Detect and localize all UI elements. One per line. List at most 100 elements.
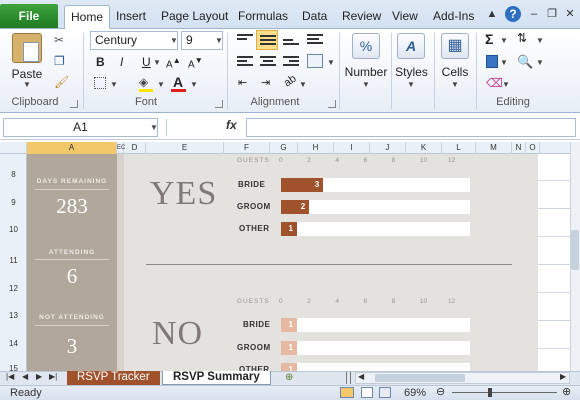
- column-header[interactable]: EC: [117, 142, 125, 154]
- merge-center-icon[interactable]: [307, 54, 323, 68]
- column-header[interactable]: D: [124, 142, 146, 154]
- row-header[interactable]: 11: [0, 256, 27, 265]
- cells-icon[interactable]: ▦: [441, 33, 469, 59]
- page-layout-view-icon[interactable]: [361, 387, 373, 398]
- column-header[interactable]: F: [224, 142, 270, 154]
- decrease-indent-icon[interactable]: ⇤: [238, 76, 247, 89]
- tab-review[interactable]: Review: [336, 5, 387, 29]
- font-name-dropdown-icon[interactable]: ▼: [170, 36, 178, 45]
- column-header[interactable]: J: [370, 142, 406, 154]
- cells-button[interactable]: Cells: [434, 65, 476, 79]
- orientation-dropdown-icon[interactable]: ▼: [299, 80, 307, 89]
- tab-formulas[interactable]: Formulas: [232, 5, 294, 29]
- column-header[interactable]: M: [476, 142, 512, 154]
- insert-sheet-icon[interactable]: ⊕: [285, 372, 293, 383]
- merge-dropdown-icon[interactable]: ▼: [327, 58, 335, 67]
- close-icon[interactable]: ✕: [563, 7, 577, 21]
- italic-icon[interactable]: I: [120, 55, 123, 69]
- column-header[interactable]: O: [526, 142, 540, 154]
- page-break-view-icon[interactable]: [379, 387, 391, 398]
- clipboard-launcher-icon[interactable]: [70, 100, 78, 108]
- sheet-tab-rsvp-tracker[interactable]: RSVP Tracker: [67, 371, 160, 385]
- shrink-font-icon[interactable]: A▼: [188, 55, 203, 70]
- tab-split-handle[interactable]: [346, 372, 351, 384]
- row-header[interactable]: 13: [0, 311, 27, 320]
- column-header[interactable]: N: [512, 142, 526, 154]
- find-select-icon[interactable]: 🔍: [517, 54, 533, 70]
- zoom-out-icon[interactable]: ⊖: [436, 385, 445, 398]
- clear-dropdown-icon[interactable]: ▼: [502, 80, 510, 89]
- cells-dropdown-icon[interactable]: ▼: [451, 80, 459, 89]
- formula-input[interactable]: [246, 118, 576, 137]
- paste-icon[interactable]: [12, 33, 42, 63]
- font-launcher-icon[interactable]: [215, 100, 223, 108]
- find-select-dropdown-icon[interactable]: ▼: [536, 58, 544, 67]
- font-size-dropdown-icon[interactable]: ▼: [215, 36, 223, 45]
- tab-view[interactable]: View: [386, 5, 424, 29]
- zoom-in-icon[interactable]: ⊕: [562, 385, 571, 398]
- insert-function-icon[interactable]: fx: [226, 118, 237, 132]
- row-header[interactable]: 14: [0, 339, 27, 348]
- sort-filter-dropdown-icon[interactable]: ▼: [536, 36, 544, 45]
- tab-data[interactable]: Data: [296, 5, 333, 29]
- fill-icon[interactable]: [486, 55, 498, 68]
- column-header[interactable]: E: [146, 142, 224, 154]
- format-painter-icon[interactable]: 🖌: [54, 75, 69, 89]
- column-header[interactable]: I: [334, 142, 370, 154]
- zoom-level[interactable]: 69%: [404, 387, 426, 399]
- fill-color-icon[interactable]: ◈: [139, 75, 148, 89]
- fill-dropdown-icon[interactable]: ▼: [500, 58, 508, 67]
- column-header[interactable]: G: [270, 142, 298, 154]
- align-right-icon[interactable]: [283, 55, 299, 69]
- row-header[interactable]: 12: [0, 284, 27, 293]
- normal-view-icon[interactable]: [340, 387, 354, 398]
- grow-font-icon[interactable]: A▲: [166, 55, 181, 70]
- tab-home[interactable]: Home: [64, 5, 111, 29]
- horizontal-scroll-thumb[interactable]: [375, 374, 465, 382]
- align-top-icon[interactable]: [237, 33, 253, 47]
- name-box-dropdown-icon[interactable]: ▼: [150, 123, 158, 132]
- name-box[interactable]: A1: [3, 118, 158, 137]
- sheet-tab-rsvp-summary[interactable]: RSVP Summary: [162, 371, 271, 385]
- wrap-text-icon[interactable]: [307, 33, 323, 47]
- tab-insert[interactable]: Insert: [110, 5, 152, 29]
- clear-icon[interactable]: ⌫: [486, 76, 503, 90]
- sort-filter-icon[interactable]: ⇅: [517, 31, 527, 45]
- number-format-icon[interactable]: %: [352, 33, 380, 59]
- styles-dropdown-icon[interactable]: ▼: [407, 80, 415, 89]
- zoom-slider-thumb[interactable]: [488, 388, 492, 397]
- tab-page-layout[interactable]: Page Layout: [155, 5, 234, 29]
- minimize-icon[interactable]: –: [527, 7, 541, 21]
- tab-add-ins[interactable]: Add-Ins: [427, 5, 480, 29]
- number-button[interactable]: Number: [342, 65, 390, 79]
- restore-icon[interactable]: ❐: [545, 7, 559, 21]
- help-icon[interactable]: ?: [505, 6, 521, 22]
- align-left-icon[interactable]: [237, 55, 253, 69]
- fill-color-dropdown-icon[interactable]: ▼: [157, 80, 165, 89]
- column-header[interactable]: H: [298, 142, 334, 154]
- autosum-dropdown-icon[interactable]: ▼: [500, 36, 508, 45]
- align-center-icon[interactable]: [260, 55, 276, 69]
- underline-icon[interactable]: U: [142, 55, 151, 69]
- underline-dropdown-icon[interactable]: ▼: [153, 58, 161, 67]
- cut-icon[interactable]: ✂: [54, 33, 64, 47]
- row-header[interactable]: 9: [0, 198, 27, 207]
- font-name-combo[interactable]: Century: [90, 31, 178, 50]
- alignment-launcher-icon[interactable]: [328, 100, 336, 108]
- autosum-icon[interactable]: Σ: [485, 31, 493, 47]
- font-color-icon[interactable]: A: [173, 74, 183, 90]
- select-all-corner[interactable]: [0, 142, 27, 154]
- borders-dropdown-icon[interactable]: ▼: [110, 80, 118, 89]
- collapse-ribbon-icon[interactable]: ▲: [485, 7, 499, 21]
- tab-file[interactable]: File: [0, 4, 58, 28]
- column-header[interactable]: K: [406, 142, 442, 154]
- paste-button[interactable]: Paste: [10, 67, 44, 81]
- styles-icon[interactable]: A: [397, 33, 425, 59]
- zoom-slider[interactable]: [452, 392, 557, 393]
- formula-bar-resize-handle[interactable]: [166, 119, 176, 136]
- font-color-dropdown-icon[interactable]: ▼: [190, 80, 198, 89]
- increase-indent-icon[interactable]: ⇥: [261, 76, 270, 89]
- align-bottom-icon[interactable]: [283, 38, 299, 52]
- number-dropdown-icon[interactable]: ▼: [362, 80, 370, 89]
- copy-icon[interactable]: ❐: [54, 54, 65, 68]
